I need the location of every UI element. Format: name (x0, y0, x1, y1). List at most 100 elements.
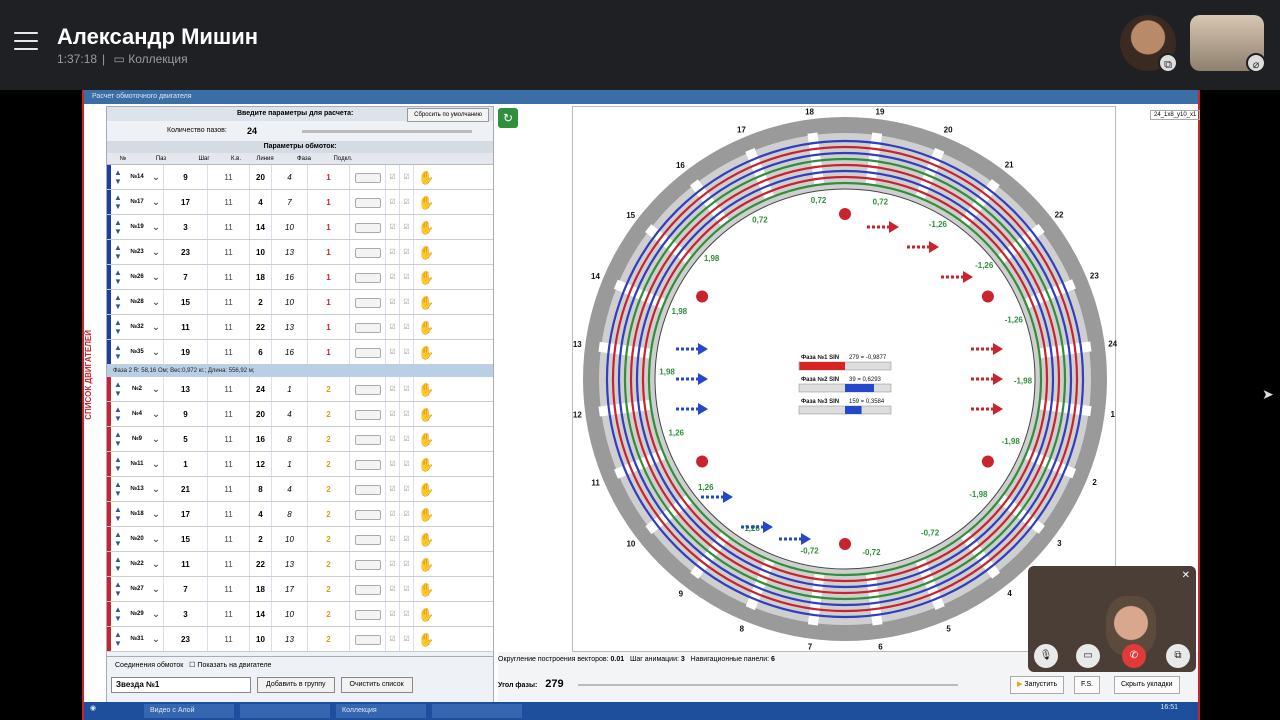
phase-field[interactable]: 2 (307, 552, 349, 576)
line-field[interactable]: 16 (271, 265, 307, 289)
phase-field[interactable]: 2 (307, 602, 349, 626)
coil-row[interactable]: ▲ ▼ №29 ⌄ 3 11 14 10 2 ☑ ☑ ✋ (107, 602, 493, 627)
phase-field[interactable]: 2 (307, 377, 349, 401)
checkbox[interactable]: ☑ (385, 452, 399, 476)
drag-hand-icon[interactable]: ✋ (413, 340, 439, 364)
mic-off-icon[interactable]: ⌀ (1246, 53, 1266, 73)
reorder-icon[interactable]: ▲ ▼ (111, 605, 125, 623)
phase-field[interactable]: 1 (307, 265, 349, 289)
menu-icon[interactable] (14, 32, 38, 52)
chevron-down-icon[interactable]: ⌄ (149, 484, 163, 495)
connect-toggle[interactable] (349, 340, 385, 364)
avatar[interactable]: ⧉ (1120, 15, 1178, 73)
connect-toggle[interactable] (349, 577, 385, 601)
phase-field[interactable]: 2 (307, 452, 349, 476)
chevron-down-icon[interactable]: ⌄ (149, 172, 163, 183)
checkbox[interactable]: ☑ (399, 215, 413, 239)
fs-button[interactable]: F.S. (1074, 676, 1101, 694)
add-group-button[interactable]: Добавить в группу (257, 677, 335, 693)
k-field[interactable]: 14 (249, 602, 271, 626)
line-field[interactable]: 4 (271, 402, 307, 426)
coil-row[interactable]: ▲ ▼ №13 ⌄ 21 11 8 4 2 ☑ ☑ ✋ (107, 477, 493, 502)
line-field[interactable]: 1 (271, 452, 307, 476)
coil-row[interactable]: ▲ ▼ №26 ⌄ 7 11 18 16 1 ☑ ☑ ✋ (107, 265, 493, 290)
drag-hand-icon[interactable]: ✋ (413, 240, 439, 264)
drag-hand-icon[interactable]: ✋ (413, 402, 439, 426)
step-field[interactable]: 11 (207, 502, 249, 526)
line-field[interactable]: 13 (271, 315, 307, 339)
reorder-icon[interactable]: ▲ ▼ (111, 343, 125, 361)
slot-field[interactable]: 7 (163, 577, 207, 601)
reorder-icon[interactable]: ▲ ▼ (111, 555, 125, 573)
phase-field[interactable]: 1 (307, 190, 349, 214)
phase-field[interactable]: 1 (307, 165, 349, 189)
connect-toggle[interactable] (349, 527, 385, 551)
checkbox[interactable]: ☑ (385, 477, 399, 501)
screen-share-icon[interactable]: ⧉ (1166, 644, 1190, 668)
k-field[interactable]: 10 (249, 240, 271, 264)
step-field[interactable]: 11 (207, 552, 249, 576)
drag-hand-icon[interactable]: ✋ (413, 290, 439, 314)
coil-row[interactable]: ▲ ▼ №9 ⌄ 5 11 16 8 2 ☑ ☑ ✋ (107, 427, 493, 452)
mic-icon[interactable]: 🎙 (1034, 644, 1058, 668)
coil-row[interactable]: ▲ ▼ №17 ⌄ 17 11 4 7 1 ☑ ☑ ✋ (107, 190, 493, 215)
hide-windings-button[interactable]: Скрыть укладки (1114, 676, 1180, 694)
checkbox[interactable]: ☑ (385, 340, 399, 364)
step-field[interactable]: 11 (207, 190, 249, 214)
step-field[interactable]: 11 (207, 477, 249, 501)
line-field[interactable]: 10 (271, 215, 307, 239)
k-field[interactable]: 6 (249, 340, 271, 364)
reorder-icon[interactable]: ▲ ▼ (111, 293, 125, 311)
reorder-icon[interactable]: ▲ ▼ (111, 243, 125, 261)
drag-hand-icon[interactable]: ✋ (413, 315, 439, 339)
slot-field[interactable]: 21 (163, 477, 207, 501)
drag-hand-icon[interactable]: ✋ (413, 452, 439, 476)
connect-toggle[interactable] (349, 215, 385, 239)
coil-row[interactable]: ▲ ▼ №35 ⌄ 19 11 6 16 1 ☑ ☑ ✋ (107, 340, 493, 365)
connect-toggle[interactable] (349, 377, 385, 401)
slot-field[interactable]: 15 (163, 527, 207, 551)
self-view[interactable]: ✕ 🎙 ▭ ✆ ⧉ (1028, 566, 1196, 672)
phase-field[interactable]: 2 (307, 527, 349, 551)
phase-field[interactable]: 1 (307, 215, 349, 239)
coil-row[interactable]: ▲ ▼ №11 ⌄ 1 11 12 1 2 ☑ ☑ ✋ (107, 452, 493, 477)
slots-slider[interactable] (302, 130, 472, 133)
drag-hand-icon[interactable]: ✋ (413, 477, 439, 501)
checkbox[interactable]: ☑ (399, 577, 413, 601)
checkbox[interactable]: ☑ (399, 240, 413, 264)
chevron-down-icon[interactable]: ⌄ (149, 222, 163, 233)
k-field[interactable]: 2 (249, 290, 271, 314)
drag-hand-icon[interactable]: ✋ (413, 165, 439, 189)
k-field[interactable]: 20 (249, 165, 271, 189)
collection-label[interactable]: Коллекция (128, 52, 187, 66)
taskbar-item[interactable]: Видео с Алой (144, 704, 234, 718)
checkbox[interactable]: ☑ (399, 502, 413, 526)
checkbox[interactable]: ☑ (385, 377, 399, 401)
reset-button[interactable]: Сбросить по умолчанию (407, 108, 489, 122)
slot-field[interactable]: 17 (163, 502, 207, 526)
k-field[interactable]: 14 (249, 215, 271, 239)
slot-field[interactable]: 13 (163, 377, 207, 401)
step-field[interactable]: 11 (207, 452, 249, 476)
avatar-self[interactable]: ⌀ (1190, 15, 1266, 73)
checkbox[interactable]: ☑ (399, 190, 413, 214)
checkbox[interactable]: ☑ (399, 527, 413, 551)
checkbox[interactable]: ☑ (399, 315, 413, 339)
k-field[interactable]: 22 (249, 552, 271, 576)
phase-field[interactable]: 2 (307, 402, 349, 426)
chevron-down-icon[interactable]: ⌄ (149, 634, 163, 645)
chevron-down-icon[interactable]: ⌄ (149, 297, 163, 308)
phase-field[interactable]: 1 (307, 315, 349, 339)
coil-row[interactable]: ▲ ▼ №23 ⌄ 23 11 10 13 1 ☑ ☑ ✋ (107, 240, 493, 265)
checkbox[interactable]: ☑ (385, 402, 399, 426)
checkbox[interactable]: ☑ (385, 315, 399, 339)
drag-hand-icon[interactable]: ✋ (413, 215, 439, 239)
k-field[interactable]: 20 (249, 402, 271, 426)
slot-field[interactable]: 3 (163, 602, 207, 626)
phase-angle-slider[interactable] (578, 684, 958, 686)
start-button[interactable]: ▶ Запустить (1010, 676, 1065, 694)
reorder-icon[interactable]: ▲ ▼ (111, 218, 125, 236)
line-field[interactable]: 10 (271, 602, 307, 626)
start-icon[interactable]: ◉ (90, 704, 96, 712)
slot-field[interactable]: 11 (163, 315, 207, 339)
